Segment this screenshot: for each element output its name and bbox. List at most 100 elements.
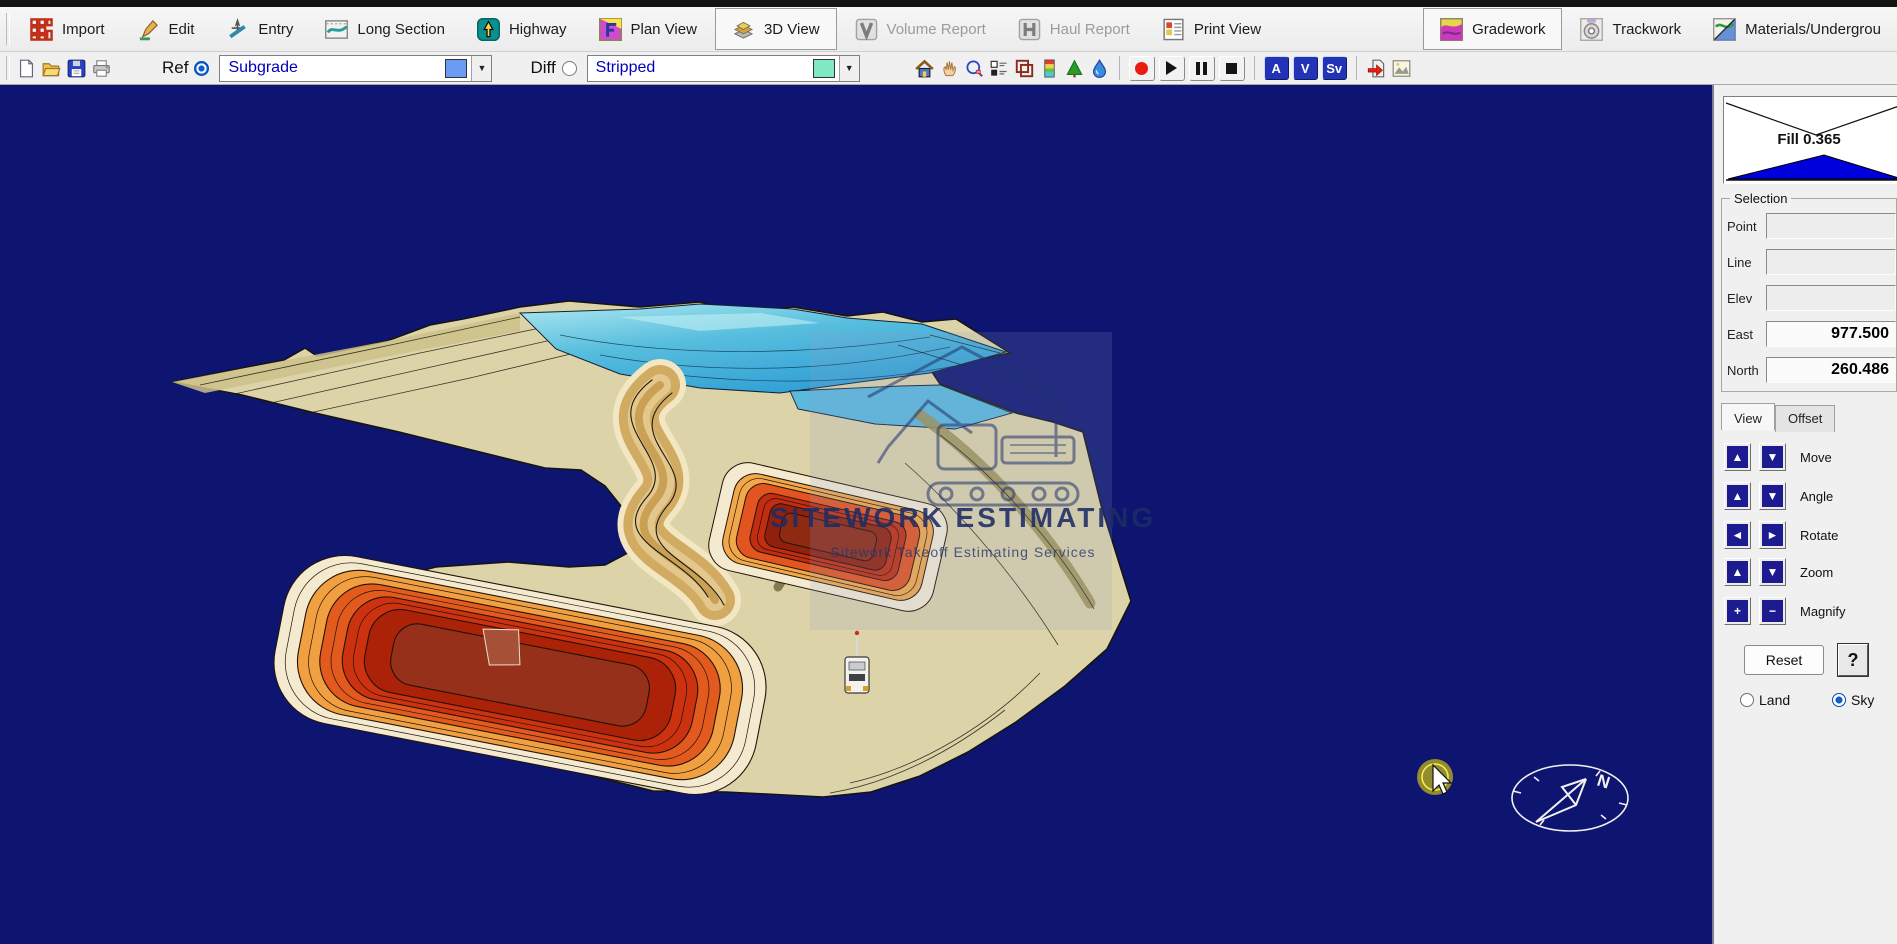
edit-pencil-icon [137, 18, 160, 41]
plan-view-icon [599, 18, 622, 41]
toolbar-item-gradework[interactable]: Gradework [1423, 8, 1562, 50]
arrow-down-icon: ▼ [1762, 485, 1783, 507]
color-scale-icon[interactable] [1040, 59, 1059, 78]
line-field[interactable] [1766, 249, 1896, 275]
chevron-down-icon: ▼ [478, 63, 487, 73]
magnify-minus-button[interactable]: − [1759, 597, 1786, 625]
land-radio[interactable] [1740, 693, 1754, 707]
water-drop-icon[interactable] [1090, 59, 1109, 78]
zoom-select-icon[interactable] [965, 59, 984, 78]
tab-offset[interactable]: Offset [1775, 405, 1835, 432]
watermark-title: SITEWORK ESTIMATING [770, 502, 1156, 533]
land-radio-option[interactable]: Land [1740, 692, 1790, 708]
open-file-icon[interactable] [42, 59, 61, 78]
line-label: Line [1727, 255, 1752, 270]
toolbar-item-import[interactable]: Import [14, 7, 121, 51]
toolbar-item-print-view[interactable]: Print View [1146, 7, 1277, 51]
toolbar-item-label: Import [62, 21, 105, 38]
diff-radio[interactable] [562, 61, 577, 76]
pan-hand-icon[interactable] [940, 59, 959, 78]
arrow-up-icon: ▲ [1727, 446, 1748, 468]
zoom-out-button[interactable]: ▼ [1759, 558, 1786, 586]
tree-icon[interactable] [1065, 59, 1084, 78]
diff-surface-swatch [813, 59, 835, 78]
sky-radio[interactable] [1832, 693, 1846, 707]
print-view-icon [1162, 18, 1185, 41]
toolbar-grip[interactable] [6, 13, 10, 45]
toolbar-item-label: Print View [1194, 21, 1261, 38]
help-button[interactable]: ? [1838, 644, 1868, 676]
toolbar-item-label: 3D View [764, 21, 820, 38]
annotate-v-button[interactable]: V [1293, 56, 1318, 80]
volume-report-icon [855, 18, 878, 41]
rotate-right-button[interactable]: ► [1759, 521, 1786, 549]
arrow-right-icon: ► [1762, 524, 1783, 546]
tab-view[interactable]: View [1721, 403, 1775, 430]
annotate-a-button[interactable]: A [1264, 56, 1289, 80]
reference-surface-combo[interactable]: Subgrade ▼ [219, 55, 492, 82]
selection-row-line: Line [1722, 249, 1896, 275]
rotate-left-button[interactable]: ◄ [1724, 521, 1751, 549]
elev-label: Elev [1727, 291, 1752, 306]
angle-up-button[interactable]: ▲ [1724, 482, 1751, 510]
home-view-icon[interactable] [915, 59, 934, 78]
export-page-icon[interactable] [1367, 59, 1386, 78]
play-button[interactable] [1159, 56, 1185, 81]
zoom-label: Zoom [1800, 565, 1833, 580]
ref-radio[interactable] [194, 61, 209, 76]
zoom-in-button[interactable]: ▲ [1724, 558, 1751, 586]
toolbar-item-plan-view[interactable]: Plan View [583, 7, 713, 51]
pause-icon [1196, 62, 1207, 75]
toolbar-item-long-section[interactable]: Long Section [309, 7, 461, 51]
angle-down-button[interactable]: ▼ [1759, 482, 1786, 510]
toolbar-item-label: Edit [169, 21, 195, 38]
toolbar-item-volume-report: Volume Report [839, 7, 1002, 51]
image-export-icon[interactable] [1392, 59, 1411, 78]
layer-toggle-icon[interactable] [990, 59, 1009, 78]
toolbar-item-label: Volume Report [887, 21, 986, 38]
diff-surface-combo[interactable]: Stripped ▼ [587, 55, 860, 82]
north-field[interactable]: 260.486 [1766, 357, 1896, 383]
materials-underground-icon [1713, 18, 1736, 41]
toolbar-item-edit[interactable]: Edit [121, 7, 211, 51]
toolbar-item-label: Trackwork [1612, 21, 1681, 38]
point-field[interactable] [1766, 213, 1896, 239]
new-file-icon[interactable] [17, 59, 36, 78]
sky-radio-option[interactable]: Sky [1832, 692, 1874, 708]
arrow-up-icon: ▲ [1727, 561, 1748, 583]
annotate-sv-button[interactable]: Sv [1322, 56, 1347, 80]
elev-field[interactable] [1766, 285, 1896, 311]
reset-button[interactable]: Reset [1744, 645, 1824, 675]
toolbar-item-trackwork[interactable]: Trackwork [1564, 7, 1697, 51]
pause-button[interactable] [1189, 56, 1215, 81]
terrain-3d-model[interactable]: SITEWORK ESTIMATING Sitework Takeoff Est… [0, 85, 1712, 944]
toolbar-item-highway[interactable]: Highway [461, 7, 583, 51]
arrow-down-icon: ▼ [1762, 561, 1783, 583]
long-section-icon [325, 18, 348, 41]
move-down-button[interactable]: ▼ [1759, 443, 1786, 471]
print-icon[interactable] [92, 59, 111, 78]
diff-surface-dropdown[interactable]: ▼ [839, 56, 859, 81]
toolbar-grip-2[interactable] [6, 56, 10, 80]
window-top-edge [0, 0, 1897, 7]
land-label: Land [1759, 692, 1790, 708]
stop-button[interactable] [1219, 56, 1245, 81]
reference-surface-dropdown[interactable]: ▼ [471, 56, 491, 81]
haul-report-icon [1018, 18, 1041, 41]
north-label: North [1727, 363, 1759, 378]
watermark-subtitle: Sitework Takeoff Estimating Services [830, 544, 1095, 560]
3d-view-icon [732, 18, 755, 41]
toolbar-item-haul-report: Haul Report [1002, 7, 1146, 51]
move-up-button[interactable]: ▲ [1724, 443, 1751, 471]
save-icon[interactable] [67, 59, 86, 78]
toolbar-item-3d-view[interactable]: 3D View [715, 8, 837, 50]
toolbar-item-entry[interactable]: Entry [210, 7, 309, 51]
3d-viewport[interactable]: SITEWORK ESTIMATING Sitework Takeoff Est… [0, 85, 1712, 944]
angle-label: Angle [1800, 489, 1833, 504]
chevron-down-icon: ▼ [845, 63, 854, 73]
toolbar-item-materials-underground[interactable]: Materials/Undergrou [1697, 7, 1897, 51]
overlay-areas-icon[interactable] [1015, 59, 1034, 78]
record-button[interactable] [1129, 56, 1155, 81]
east-field[interactable]: 977.500 [1766, 321, 1896, 347]
magnify-plus-button[interactable]: + [1724, 597, 1751, 625]
